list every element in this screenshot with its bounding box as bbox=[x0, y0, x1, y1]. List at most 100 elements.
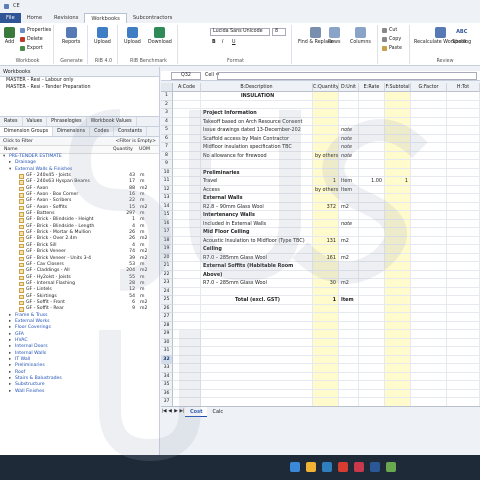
grid-cell[interactable] bbox=[173, 100, 201, 109]
tab-rates[interactable]: Rates bbox=[0, 117, 23, 126]
spreadsheet-grid[interactable]: A:Code B:Description C:Quantity D:Unit E:Rat… bbox=[161, 83, 480, 406]
grid-cell[interactable] bbox=[359, 262, 385, 271]
row-header[interactable]: 20 bbox=[161, 253, 173, 262]
filter-bar[interactable]: Click to Filter <Filter is Empty> bbox=[0, 137, 159, 146]
grid-cell[interactable] bbox=[339, 313, 359, 322]
grid-cell[interactable] bbox=[173, 194, 201, 203]
row-header[interactable]: 16 bbox=[161, 219, 173, 228]
grid-cell[interactable] bbox=[359, 372, 385, 381]
grid-cell[interactable] bbox=[385, 236, 411, 245]
grid-cell[interactable] bbox=[339, 355, 359, 364]
grid-cell[interactable] bbox=[173, 134, 201, 143]
grid-cell[interactable] bbox=[313, 304, 339, 313]
grid-cell[interactable] bbox=[447, 296, 480, 305]
grid-cell[interactable]: by others bbox=[313, 185, 339, 194]
grid-cell[interactable]: m2 bbox=[339, 253, 359, 262]
benchmark-download-button[interactable]: Download bbox=[148, 27, 172, 45]
grid-cell[interactable] bbox=[385, 364, 411, 373]
grid-cell[interactable] bbox=[313, 372, 339, 381]
grid-cell[interactable] bbox=[411, 202, 447, 211]
grid-cell[interactable] bbox=[447, 185, 480, 194]
grid-cell[interactable]: Travel bbox=[201, 177, 313, 186]
grid-cell[interactable] bbox=[447, 355, 480, 364]
grid-cell[interactable] bbox=[447, 321, 480, 330]
spelling-button[interactable]: ABC Spelling bbox=[452, 27, 471, 45]
grid-cell[interactable] bbox=[385, 228, 411, 237]
grid-cell[interactable] bbox=[313, 262, 339, 271]
grid-cell[interactable]: No allowance for firewood bbox=[201, 151, 313, 160]
row-header[interactable]: 7 bbox=[161, 143, 173, 152]
grid-cell[interactable] bbox=[201, 321, 313, 330]
grid-cell[interactable] bbox=[173, 117, 201, 126]
grid-cell[interactable] bbox=[201, 372, 313, 381]
grid-cell[interactable] bbox=[359, 219, 385, 228]
grid-cell[interactable]: Item bbox=[339, 177, 359, 186]
column-header[interactable]: G:Factor bbox=[411, 83, 447, 92]
grid-cell[interactable] bbox=[411, 151, 447, 160]
estimating-app-icon[interactable] bbox=[370, 462, 380, 472]
grid-cell[interactable] bbox=[359, 270, 385, 279]
grid-cell[interactable] bbox=[411, 236, 447, 245]
tree-row[interactable]: ▸ Wall Finishes bbox=[0, 389, 159, 395]
grid-cell[interactable] bbox=[339, 270, 359, 279]
cell-formula-input[interactable] bbox=[217, 72, 477, 80]
grid-cell[interactable] bbox=[173, 219, 201, 228]
row-header[interactable]: 8 bbox=[161, 151, 173, 160]
browser-icon[interactable] bbox=[322, 462, 332, 472]
grid-cell[interactable] bbox=[411, 126, 447, 135]
grid-cell[interactable] bbox=[411, 219, 447, 228]
grid-cell[interactable] bbox=[313, 381, 339, 390]
grid-cell[interactable] bbox=[447, 100, 480, 109]
grid-cell[interactable] bbox=[385, 92, 411, 101]
grid-cell[interactable] bbox=[201, 100, 313, 109]
grid-cell[interactable] bbox=[385, 126, 411, 135]
grid-cell[interactable] bbox=[339, 347, 359, 356]
grid-cell[interactable] bbox=[313, 194, 339, 203]
grid-cell[interactable] bbox=[385, 134, 411, 143]
grid-cell[interactable] bbox=[339, 262, 359, 271]
grid-cell[interactable] bbox=[359, 134, 385, 143]
column-header[interactable]: D:Unit bbox=[339, 83, 359, 92]
grid-cell[interactable] bbox=[385, 185, 411, 194]
grid-cell[interactable] bbox=[359, 338, 385, 347]
grid-cell[interactable] bbox=[385, 347, 411, 356]
grid-cell[interactable] bbox=[447, 228, 480, 237]
grid-cell[interactable] bbox=[411, 304, 447, 313]
grid-cell[interactable] bbox=[447, 160, 480, 169]
workbook-item[interactable]: MASTER - Resi - Tender Preparation bbox=[0, 84, 159, 91]
grid-cell[interactable] bbox=[359, 330, 385, 339]
grid-cell[interactable]: R7.0 – 285mm Glass Wool bbox=[201, 279, 313, 288]
tree-col-name[interactable]: Name bbox=[0, 146, 113, 153]
grid-cell[interactable]: Above) bbox=[201, 270, 313, 279]
grid-cell[interactable] bbox=[201, 389, 313, 398]
grid-cell[interactable] bbox=[201, 304, 313, 313]
grid-cell[interactable] bbox=[173, 211, 201, 220]
grid-cell[interactable] bbox=[359, 253, 385, 262]
grid-cell[interactable] bbox=[447, 211, 480, 220]
grid-cell[interactable] bbox=[411, 117, 447, 126]
grid-cell[interactable] bbox=[173, 245, 201, 254]
grid-cell[interactable] bbox=[201, 381, 313, 390]
app-icon[interactable] bbox=[338, 462, 348, 472]
grid-cell[interactable] bbox=[201, 355, 313, 364]
grid-cell[interactable] bbox=[411, 177, 447, 186]
grid-cell[interactable] bbox=[359, 236, 385, 245]
row-header[interactable]: 11 bbox=[161, 177, 173, 186]
grid-cell[interactable]: m2 bbox=[339, 279, 359, 288]
grid-cell[interactable] bbox=[339, 160, 359, 169]
grid-cell[interactable] bbox=[447, 262, 480, 271]
font-select[interactable]: Lucida Sans Unicode bbox=[210, 28, 270, 36]
tab-dimension-groups[interactable]: Dimension Groups bbox=[0, 127, 54, 136]
grid-cell[interactable] bbox=[447, 313, 480, 322]
grid-cell[interactable] bbox=[411, 109, 447, 118]
grid-cell[interactable] bbox=[201, 287, 313, 296]
grid-cell[interactable]: m2 bbox=[339, 236, 359, 245]
grid-cell[interactable]: note bbox=[339, 151, 359, 160]
grid-cell[interactable]: Project Information bbox=[201, 109, 313, 118]
grid-cell[interactable] bbox=[313, 168, 339, 177]
grid-cell[interactable] bbox=[173, 160, 201, 169]
row-header[interactable]: 5 bbox=[161, 126, 173, 135]
grid-cell[interactable]: INSULATION bbox=[201, 92, 313, 101]
grid-cell[interactable]: 1 bbox=[313, 177, 339, 186]
grid-cell[interactable] bbox=[385, 262, 411, 271]
